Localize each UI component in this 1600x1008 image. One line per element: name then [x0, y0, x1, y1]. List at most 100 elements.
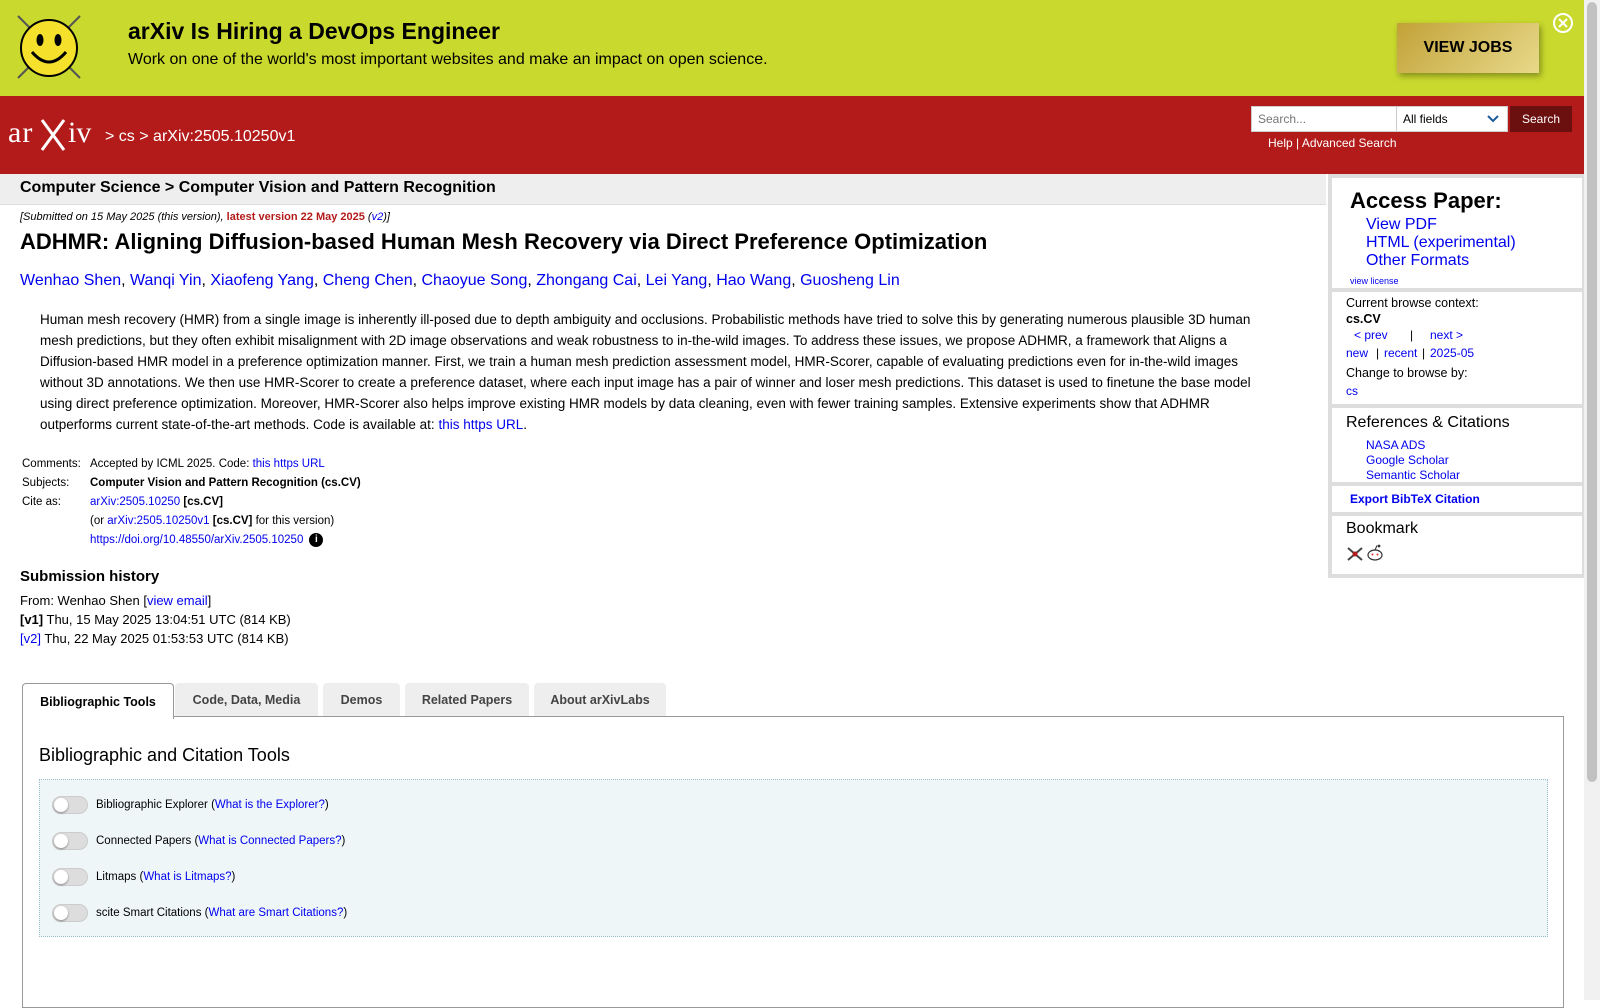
references-heading: References & Citations [1346, 414, 1510, 431]
next-link[interactable]: next > [1430, 328, 1463, 342]
arxiv-logo-icon[interactable]: ar iv [8, 114, 102, 154]
cite-id-link[interactable]: arXiv:2505.10250 [90, 496, 180, 508]
history-from: From: Wenhao Shen [view email] [20, 593, 211, 608]
chevron-down-icon [1487, 115, 1499, 123]
panel-title: Bibliographic and Citation Tools [39, 745, 290, 765]
cite-category: [cs.CV] [183, 496, 223, 508]
author-link[interactable]: Cheng Chen [323, 272, 413, 289]
browse-cs-link[interactable]: cs [1346, 384, 1358, 398]
cite2-suffix: for this version) [252, 515, 335, 527]
view-jobs-button[interactable]: VIEW JOBS [1397, 23, 1539, 73]
tool-info-link[interactable]: What is Litmaps? [143, 871, 231, 883]
v1-label: [v1] [20, 612, 44, 627]
abstract: Human mesh recovery (HMR) from a single … [40, 309, 1270, 435]
scite-toggle[interactable] [52, 904, 88, 922]
paper-title: ADHMR: Aligning Diffusion-based Human Me… [20, 229, 988, 254]
v2-history-link[interactable]: [v2] [20, 631, 41, 646]
tool-info-link[interactable]: What is Connected Papers? [198, 835, 341, 847]
author-link[interactable]: Lei Yang [646, 272, 708, 289]
dateline-paren: )] [383, 211, 390, 223]
view-email-link[interactable]: view email [147, 593, 208, 608]
reddit-icon[interactable] [1366, 544, 1384, 562]
litmaps-toggle[interactable] [52, 868, 88, 886]
subject-heading: Computer Science > Computer Vision and P… [20, 179, 496, 196]
semantic-scholar-link[interactable]: Semantic Scholar [1366, 468, 1460, 482]
access-paper-box: Access Paper: View PDF HTML (experimenta… [1332, 178, 1582, 288]
search-button[interactable]: Search [1510, 106, 1572, 132]
comments-label: Comments: [22, 458, 81, 470]
breadcrumb-separator: > [139, 128, 149, 145]
submission-dateline: [Submitted on 15 May 2025 (this version)… [20, 211, 390, 223]
scrollbar-thumb[interactable] [1587, 2, 1597, 782]
site-header: ar iv > cs > arXiv:2505.10250v1 All fiel… [0, 96, 1584, 174]
svg-text:iv: iv [68, 116, 91, 149]
bookmark-box: Bookmark [1332, 516, 1582, 574]
author-link[interactable]: Hao Wang [716, 272, 791, 289]
tool-info-link[interactable]: What is the Explorer? [215, 799, 325, 811]
tool-bibliographic-explorer: Bibliographic Explorer (What is the Expl… [52, 796, 329, 814]
sidebar: Access Paper: View PDF HTML (experimenta… [1328, 174, 1584, 578]
info-icon[interactable]: i [309, 533, 324, 547]
history-v1: [v1] Thu, 15 May 2025 13:04:51 UTC (814 … [20, 612, 291, 627]
abstract-text: Human mesh recovery (HMR) from a single … [40, 312, 1251, 432]
breadcrumb-paper-id: arXiv:2505.10250v1 [153, 128, 296, 145]
html-experimental-link[interactable]: HTML (experimental) [1366, 234, 1516, 252]
bibsonomy-icon[interactable] [1346, 546, 1364, 562]
view-license-link[interactable]: view license [1350, 276, 1399, 286]
help-links: Help | Advanced Search [1268, 136, 1397, 150]
other-formats-link[interactable]: Other Formats [1366, 252, 1469, 270]
tab-panel: Bibliographic and Citation Tools Bibliog… [22, 716, 1564, 1008]
new-link[interactable]: new [1346, 346, 1368, 360]
tab-demos[interactable]: Demos [323, 683, 400, 717]
nasa-ads-link[interactable]: NASA ADS [1366, 438, 1425, 452]
nav-separator: | [1422, 346, 1426, 360]
context-label: Current browse context: [1346, 296, 1479, 310]
hiring-banner: arXiv Is Hiring a DevOps Engineer Work o… [0, 0, 1584, 96]
tab-about-arxivlabs[interactable]: About arXivLabs [534, 683, 666, 717]
month-link[interactable]: 2025-05 [1430, 346, 1474, 360]
author-link[interactable]: Chaoyue Song [421, 272, 527, 289]
prev-link[interactable]: < prev [1354, 328, 1388, 342]
history-v2: [v2] Thu, 22 May 2025 01:53:53 UTC (814 … [20, 631, 289, 646]
v1-date: Thu, 15 May 2025 13:04:51 UTC (814 KB) [43, 612, 291, 627]
recent-link[interactable]: recent [1384, 346, 1417, 360]
advanced-search-link[interactable]: Advanced Search [1302, 136, 1397, 150]
google-scholar-link[interactable]: Google Scholar [1366, 453, 1449, 467]
author-link[interactable]: Wanqi Yin [130, 272, 201, 289]
breadcrumb-cs-link[interactable]: cs [119, 128, 135, 145]
doi-link[interactable]: https://doi.org/10.48550/arXiv.2505.1025… [90, 534, 303, 546]
v2-date: Thu, 22 May 2025 01:53:53 UTC (814 KB) [40, 631, 289, 646]
bibtex-box: Export BibTeX Citation [1332, 486, 1582, 512]
export-bibtex-link[interactable]: Export BibTeX Citation [1350, 492, 1480, 506]
tool-info-link[interactable]: What are Smart Citations? [208, 907, 343, 919]
tab-related-papers[interactable]: Related Papers [405, 683, 529, 717]
tab-code-data-media[interactable]: Code, Data, Media [175, 683, 318, 717]
code-url-link[interactable]: this https URL [438, 417, 523, 432]
tab-bibliographic-tools[interactable]: Bibliographic Tools [22, 683, 174, 719]
tool-scite: scite Smart Citations (What are Smart Ci… [52, 904, 347, 922]
author-link[interactable]: Zhongang Cai [536, 272, 637, 289]
author-link[interactable]: Xiaofeng Yang [210, 272, 314, 289]
author-link[interactable]: Guosheng Lin [800, 272, 900, 289]
access-paper-heading: Access Paper: [1350, 188, 1502, 213]
submission-history-heading: Submission history [20, 568, 160, 585]
references-box: References & Citations NASA ADS Google S… [1332, 408, 1582, 482]
author-link[interactable]: Wenhao Shen [20, 272, 121, 289]
explorer-toggle[interactable] [52, 796, 88, 814]
dateline-prefix: [Submitted on 15 May 2025 (this version)… [20, 211, 227, 223]
v2-link[interactable]: v2 [372, 211, 384, 223]
search-field-select[interactable]: All fields [1396, 106, 1508, 132]
tool-name: scite Smart Citations [96, 907, 202, 919]
connected-papers-toggle[interactable] [52, 832, 88, 850]
search-input[interactable] [1251, 106, 1403, 132]
cite-version-link[interactable]: arXiv:2505.10250v1 [107, 515, 209, 527]
close-banner-icon[interactable] [1552, 12, 1574, 34]
search-field-value: All fields [1403, 112, 1448, 126]
view-pdf-link[interactable]: View PDF [1366, 216, 1437, 234]
nav-separator: | [1376, 346, 1380, 360]
help-link[interactable]: Help [1268, 136, 1293, 150]
comments-text: Accepted by ICML 2025. Code: [90, 458, 253, 470]
cite2-category: [cs.CV] [212, 515, 253, 527]
banner-title: arXiv Is Hiring a DevOps Engineer [128, 18, 500, 44]
comments-code-link[interactable]: this https URL [253, 458, 325, 470]
